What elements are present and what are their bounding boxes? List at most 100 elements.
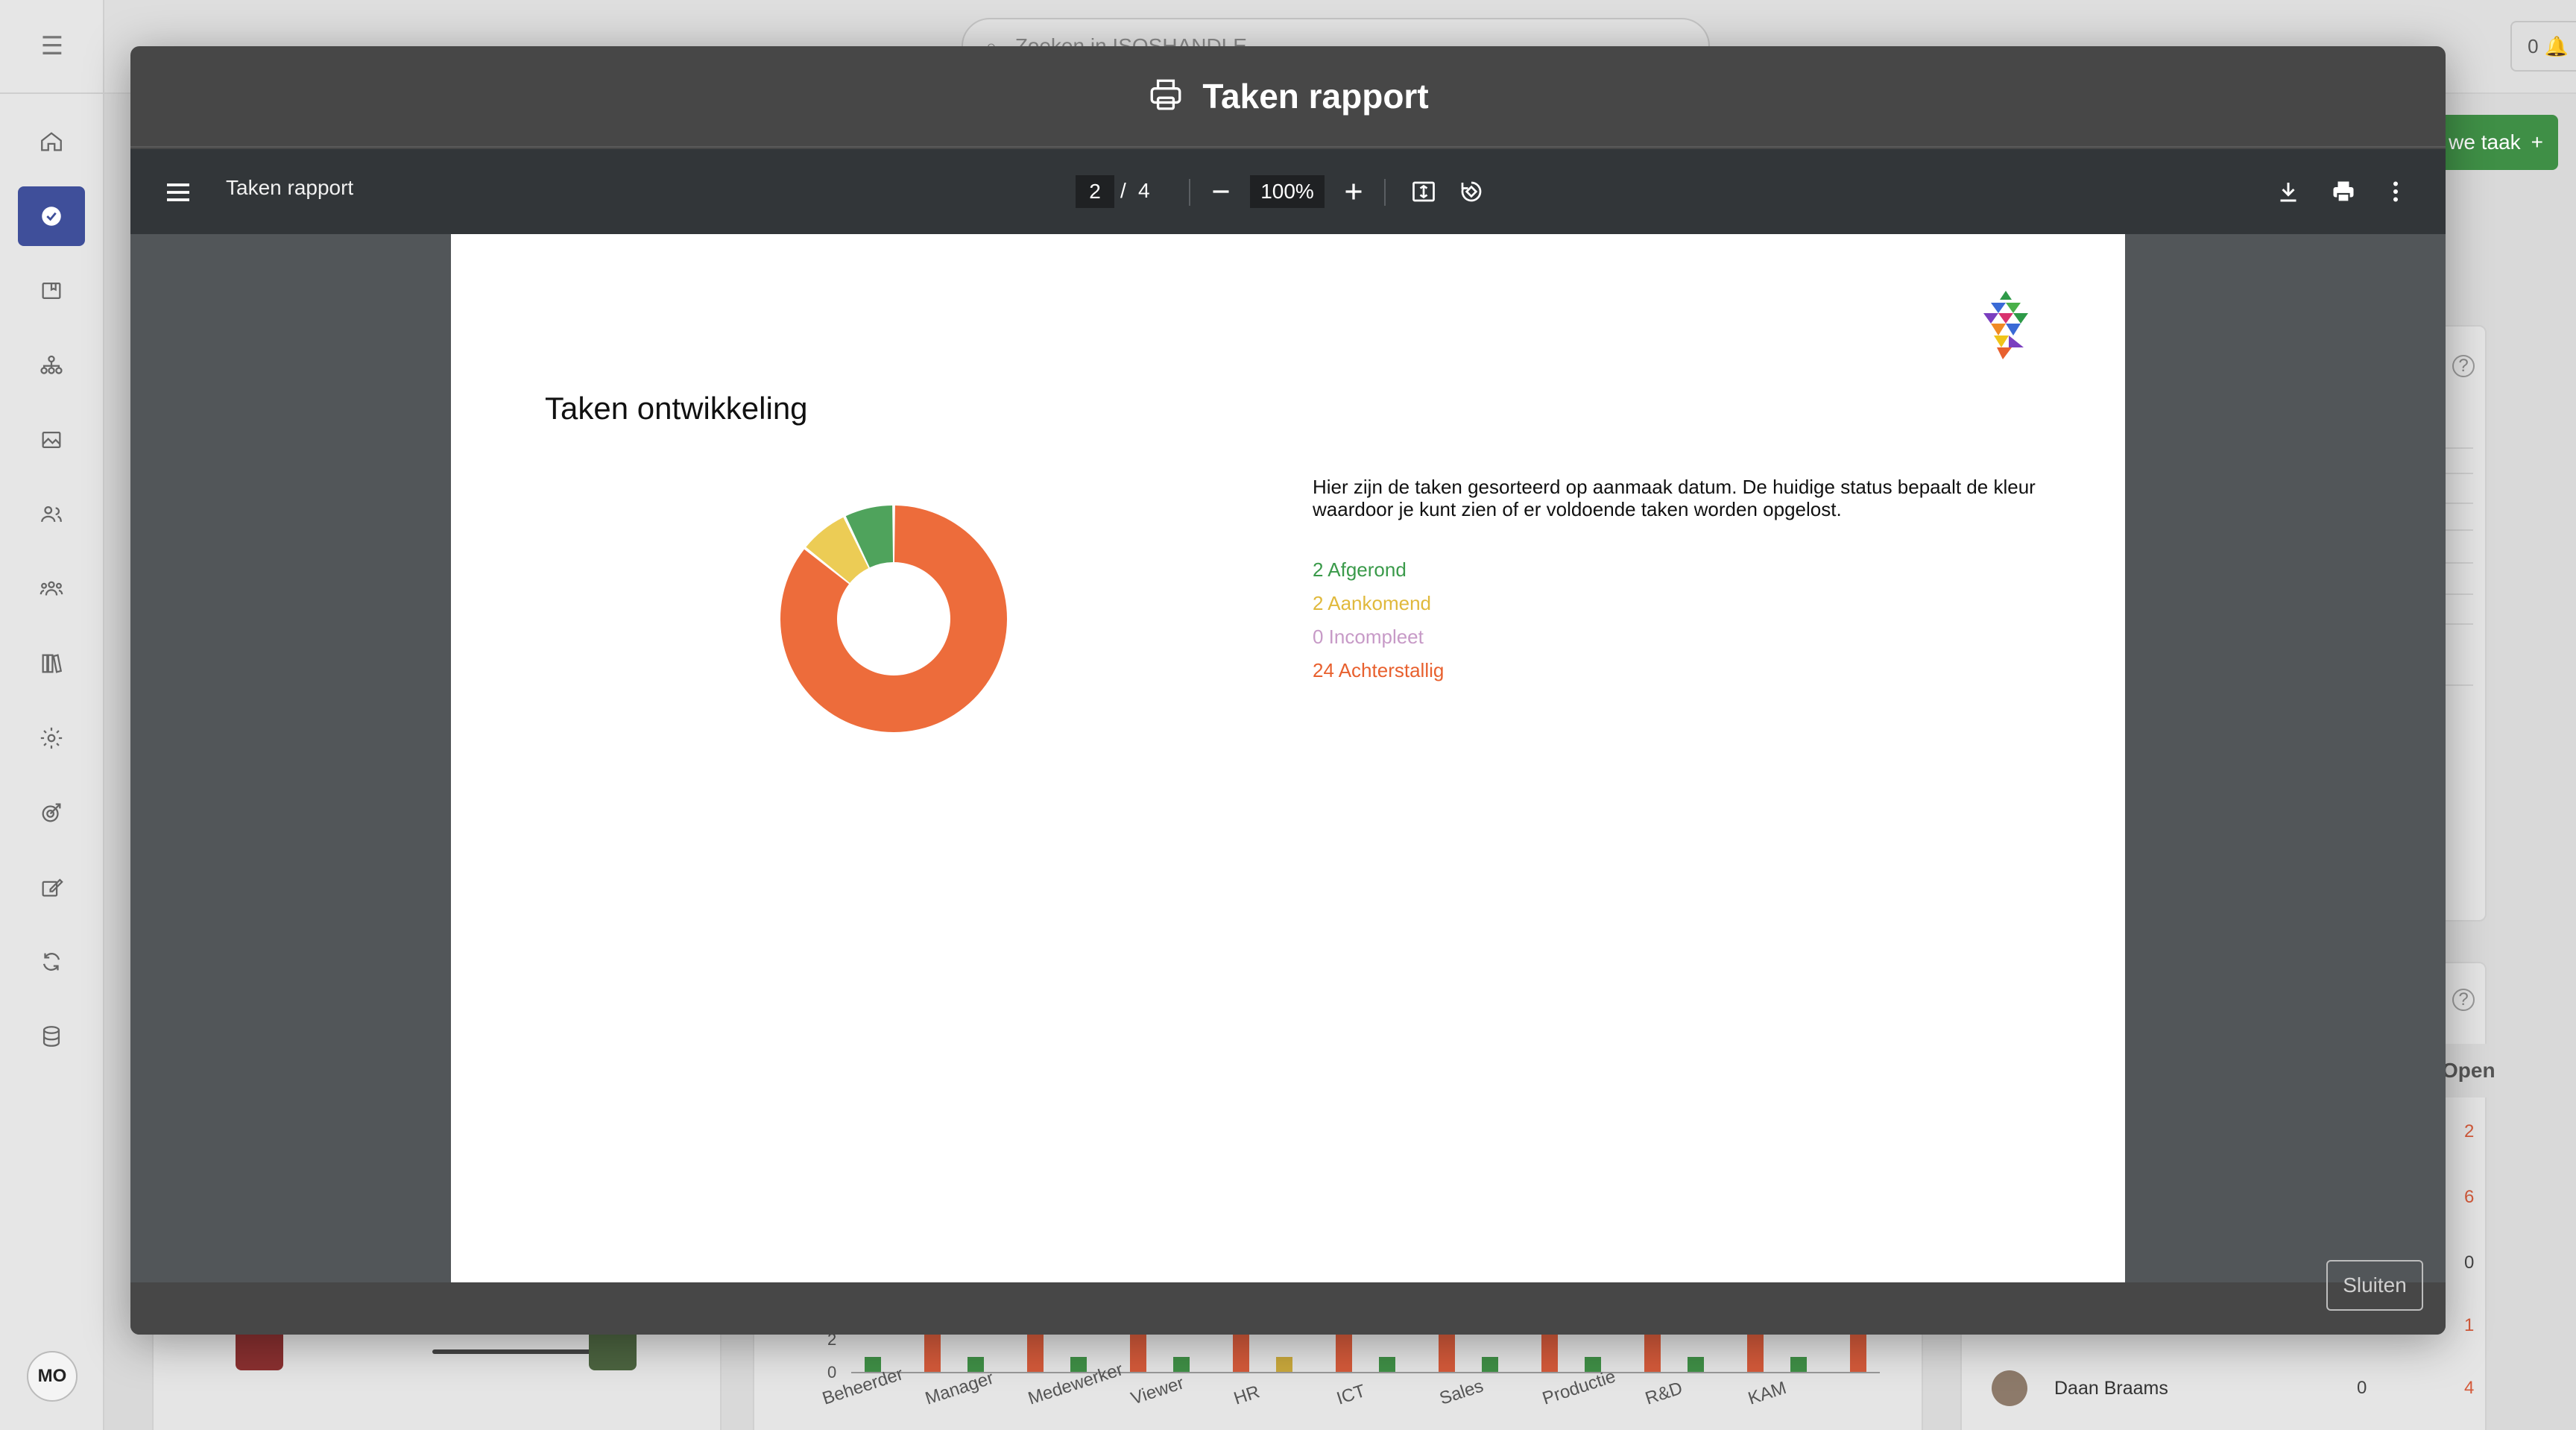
bg-bar — [1233, 1333, 1249, 1372]
bg-gridline — [2443, 473, 2473, 474]
fit-page-icon — [1412, 181, 1435, 202]
help-icon[interactable]: ? — [2452, 355, 2475, 377]
legend-item: 2 Afgerond — [1313, 558, 1407, 581]
open-value: 6 — [2464, 1187, 2475, 1207]
bg-gridline — [2443, 503, 2473, 504]
bg-gridline — [2443, 684, 2473, 686]
person-avatar — [1992, 1370, 2027, 1406]
page-separator: / — [1120, 179, 1126, 202]
printer-icon — [1147, 76, 1184, 117]
open-value: 2 — [2464, 1121, 2475, 1141]
gauge-needle — [432, 1349, 596, 1354]
open-value: 1 — [2464, 1315, 2475, 1335]
more-vertical-icon — [2393, 181, 2398, 202]
pdf-viewer-area[interactable]: Taken ontwikkeling Hier zijn de taken ge… — [130, 234, 2446, 1282]
bg-gridline — [2443, 593, 2473, 595]
bg-bar — [1276, 1357, 1292, 1372]
home-icon[interactable] — [18, 112, 85, 171]
database-icon[interactable] — [18, 1007, 85, 1066]
section-title: Taken ontwikkeling — [545, 391, 808, 426]
modal-header: Taken rapport — [130, 46, 2446, 148]
bg-bar — [967, 1357, 984, 1372]
close-button[interactable]: Sluiten — [2326, 1260, 2423, 1311]
open-value: 0 — [2464, 1253, 2475, 1273]
settings-icon[interactable] — [18, 708, 85, 768]
y-tick: 0 — [827, 1363, 837, 1382]
bg-bar — [1482, 1357, 1498, 1372]
teams-icon[interactable] — [18, 559, 85, 619]
bg-bar — [1173, 1357, 1190, 1372]
bg-gridline — [2443, 623, 2473, 625]
x-axis — [851, 1372, 1880, 1373]
legend-item: 24 Achterstallig — [1313, 659, 1445, 681]
bg-bar — [1379, 1357, 1395, 1372]
menu-toggle-icon[interactable]: ☰ — [0, 0, 104, 94]
report-description: Hier zijn de taken gesorteerd op aanmaak… — [1313, 476, 2036, 520]
open-column-header: Open — [2436, 1044, 2555, 1097]
target-icon[interactable] — [18, 783, 85, 842]
plus-icon — [1345, 183, 1362, 200]
bg-gridline — [2443, 562, 2473, 564]
bg-bar — [865, 1357, 881, 1372]
modal-footer — [130, 1282, 2446, 1335]
print-icon — [2333, 181, 2354, 203]
bg-bar — [1585, 1357, 1601, 1372]
open-value: 4 — [2464, 1378, 2475, 1398]
bg-bar — [1790, 1357, 1807, 1372]
zoom-input[interactable]: 100% — [1250, 175, 1325, 208]
bg-bar — [1688, 1357, 1704, 1372]
user-avatar[interactable]: MO — [27, 1351, 78, 1402]
download-icon — [2280, 183, 2296, 202]
person-value: 0 — [2357, 1378, 2367, 1398]
tasks-icon[interactable] — [18, 186, 85, 246]
notifications-button[interactable]: 0 🔔 — [2512, 22, 2576, 70]
library-icon[interactable] — [18, 634, 85, 693]
bg-bar — [1747, 1333, 1764, 1372]
app-sidebar: ☰ MO — [0, 0, 104, 1430]
zoom-out-button[interactable] — [1204, 174, 1238, 209]
bg-bar — [1644, 1333, 1661, 1372]
page-number-input[interactable]: 2 — [1076, 175, 1114, 208]
toolbar-divider — [1384, 179, 1386, 206]
legend-item: 2 Aankomend — [1313, 592, 1432, 614]
legend-item: 0 Incompleet — [1313, 626, 1424, 648]
bg-bar — [1541, 1333, 1558, 1372]
minus-icon — [1213, 190, 1229, 193]
download-button[interactable] — [2271, 174, 2305, 209]
rotate-icon — [1461, 181, 1482, 202]
tasks-donut-chart — [780, 505, 1007, 732]
print-button[interactable] — [2326, 174, 2361, 209]
gallery-icon[interactable] — [18, 410, 85, 470]
status-legend: 2 Afgerond 2 Aankomend 0 Incompleet 24 Acht… — [1313, 553, 1444, 687]
zoom-in-button[interactable] — [1336, 174, 1371, 209]
documents-icon[interactable] — [18, 261, 85, 321]
users-icon[interactable] — [18, 485, 85, 544]
bg-gridline — [2443, 447, 2473, 449]
more-options-button[interactable] — [2378, 174, 2413, 209]
pdf-document-title: Taken rapport — [226, 176, 354, 199]
person-row[interactable]: Daan Braams — [1992, 1370, 2168, 1406]
company-logo-icon — [1983, 291, 2028, 359]
pdf-page: Taken ontwikkeling Hier zijn de taken ge… — [451, 234, 2125, 1282]
header-counters: 0🔔 5☆ — [2510, 21, 2576, 72]
notifications-count: 0 — [2528, 34, 2539, 57]
plus-icon: + — [2531, 130, 2543, 154]
bg-bar — [1070, 1357, 1087, 1372]
sidebar-menu-icon[interactable] — [163, 177, 193, 207]
toolbar-divider — [1189, 179, 1190, 206]
sync-icon[interactable] — [18, 932, 85, 992]
new-task-label: we taak — [2449, 130, 2521, 154]
edit-icon[interactable] — [18, 857, 85, 917]
bg-bar — [1130, 1333, 1146, 1372]
bell-icon: 🔔 — [2544, 34, 2569, 57]
rotate-button[interactable] — [1454, 174, 1489, 209]
organization-icon[interactable] — [18, 336, 85, 395]
bg-bar — [1027, 1333, 1044, 1372]
new-task-button[interactable]: we taak + — [2436, 115, 2558, 170]
help-icon[interactable]: ? — [2452, 989, 2475, 1011]
fit-page-button[interactable] — [1407, 174, 1441, 209]
bg-bar — [1439, 1333, 1455, 1372]
pdf-viewer-toolbar: Taken rapport 2 / 4 100% — [130, 149, 2446, 234]
bg-bar — [1850, 1333, 1866, 1372]
person-name: Daan Braams — [2054, 1377, 2168, 1399]
